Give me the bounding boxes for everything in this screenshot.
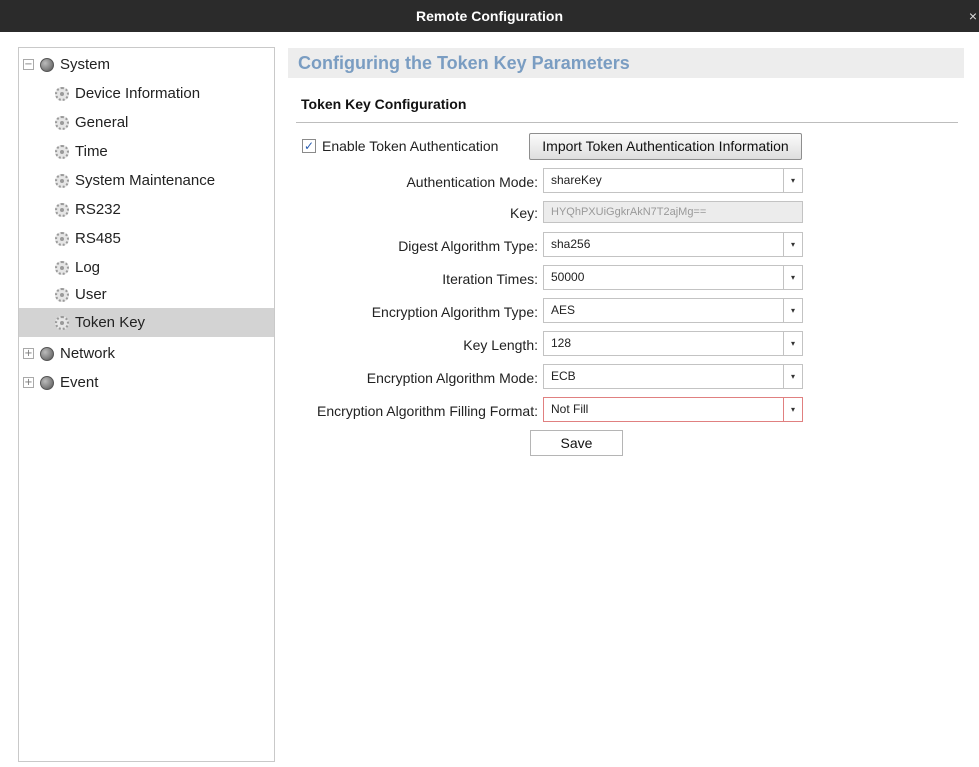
tree-item-label: RS232 bbox=[75, 201, 121, 218]
tree-node-system[interactable]: − System bbox=[19, 50, 274, 79]
encryption-mode-select[interactable]: ECB ▾ bbox=[543, 364, 803, 389]
window-title: Remote Configuration bbox=[416, 8, 563, 24]
gear-icon bbox=[55, 86, 69, 101]
tree-node-network[interactable]: + Network bbox=[19, 339, 274, 368]
tree-node-event[interactable]: + Event bbox=[19, 368, 274, 397]
tree-item-label: Time bbox=[75, 143, 108, 160]
dropdown-arrow-icon[interactable]: ▾ bbox=[783, 332, 802, 355]
tree-item-label: Device Information bbox=[75, 85, 201, 102]
iteration-times-label: Iteration Times: bbox=[442, 271, 538, 287]
gear-icon bbox=[55, 202, 69, 217]
dropdown-arrow-icon[interactable]: ▾ bbox=[783, 299, 802, 322]
tree-item-token-key[interactable]: Token Key bbox=[19, 308, 274, 337]
globe-icon bbox=[40, 57, 54, 72]
key-label: Key: bbox=[509, 205, 538, 221]
dropdown-arrow-icon[interactable]: ▾ bbox=[783, 398, 802, 421]
gear-icon bbox=[55, 115, 69, 130]
page-title: Configuring the Token Key Parameters bbox=[298, 53, 630, 73]
tree-item-label: General bbox=[75, 114, 129, 131]
tree-item-user[interactable]: User bbox=[19, 280, 274, 309]
filling-format-select[interactable]: Not Fill ▾ bbox=[543, 397, 803, 422]
dropdown-arrow-icon[interactable]: ▾ bbox=[783, 266, 802, 289]
tree-item-rs485[interactable]: RS485 bbox=[19, 224, 274, 253]
encryption-mode-label: Encryption Algorithm Mode: bbox=[366, 370, 538, 386]
dropdown-arrow-icon[interactable]: ▾ bbox=[783, 365, 802, 388]
digest-algorithm-select[interactable]: sha256 ▾ bbox=[543, 232, 803, 257]
expand-icon[interactable]: + bbox=[23, 348, 34, 359]
key-length-label: Key Length: bbox=[463, 337, 538, 353]
gear-icon bbox=[55, 173, 69, 188]
gear-icon bbox=[55, 260, 69, 275]
key-length-select[interactable]: 128 ▾ bbox=[543, 331, 803, 356]
select-value: Not Fill bbox=[551, 402, 589, 416]
dropdown-arrow-icon[interactable]: ▾ bbox=[783, 169, 802, 192]
gear-icon bbox=[55, 287, 69, 302]
encryption-type-label: Encryption Algorithm Type: bbox=[371, 304, 538, 320]
select-value: 128 bbox=[551, 336, 572, 350]
expand-icon[interactable]: + bbox=[23, 377, 34, 388]
encryption-type-select[interactable]: AES ▾ bbox=[543, 298, 803, 323]
import-token-button[interactable]: Import Token Authentication Information bbox=[529, 133, 802, 160]
dropdown-arrow-icon[interactable]: ▾ bbox=[783, 233, 802, 256]
tree-node-label: Event bbox=[60, 374, 99, 391]
gear-icon bbox=[55, 315, 69, 330]
tree-item-label: RS485 bbox=[75, 230, 121, 247]
tree-item-system-maintenance[interactable]: System Maintenance bbox=[19, 166, 274, 195]
authentication-mode-label: Authentication Mode: bbox=[406, 174, 538, 190]
navigation-tree: − System Device Information General Time… bbox=[18, 47, 275, 762]
tree-item-label: System Maintenance bbox=[75, 172, 216, 189]
select-value: shareKey bbox=[551, 173, 602, 187]
enable-token-checkbox[interactable]: ✓ bbox=[302, 139, 316, 153]
section-header: Configuring the Token Key Parameters bbox=[288, 48, 964, 78]
tree-item-rs232[interactable]: RS232 bbox=[19, 195, 274, 224]
select-value: AES bbox=[551, 303, 576, 317]
save-button[interactable]: Save bbox=[530, 430, 623, 456]
tree-item-general[interactable]: General bbox=[19, 108, 274, 137]
key-field[interactable]: HYQhPXUiGgkrAkN7T2ajMg== bbox=[543, 201, 803, 223]
tree-item-label: User bbox=[75, 286, 107, 303]
section-title: Token Key Configuration bbox=[301, 96, 467, 112]
select-value: 50000 bbox=[551, 270, 585, 284]
window-titlebar: Remote Configuration × bbox=[0, 0, 979, 32]
divider bbox=[296, 122, 958, 123]
filling-format-label: Encryption Algorithm Filling Format: bbox=[317, 403, 538, 419]
tree-item-label: Token Key bbox=[75, 314, 146, 331]
select-value: ECB bbox=[551, 369, 576, 383]
enable-token-label[interactable]: Enable Token Authentication bbox=[322, 138, 498, 154]
iteration-times-select[interactable]: 50000 ▾ bbox=[543, 265, 803, 290]
globe-icon bbox=[40, 346, 54, 361]
collapse-icon[interactable]: − bbox=[23, 59, 34, 70]
globe-icon bbox=[40, 375, 54, 390]
digest-algorithm-label: Digest Algorithm Type: bbox=[398, 238, 538, 254]
gear-icon bbox=[55, 231, 69, 246]
tree-node-label: System bbox=[60, 56, 111, 73]
authentication-mode-select[interactable]: shareKey ▾ bbox=[543, 168, 803, 193]
select-value: sha256 bbox=[551, 237, 591, 251]
gear-icon bbox=[55, 144, 69, 159]
tree-item-time[interactable]: Time bbox=[19, 137, 274, 166]
tree-item-device-information[interactable]: Device Information bbox=[19, 79, 274, 108]
tree-item-log[interactable]: Log bbox=[19, 253, 274, 282]
tree-node-label: Network bbox=[60, 345, 116, 362]
tree-item-label: Log bbox=[75, 259, 101, 276]
close-icon[interactable]: × bbox=[967, 0, 979, 32]
